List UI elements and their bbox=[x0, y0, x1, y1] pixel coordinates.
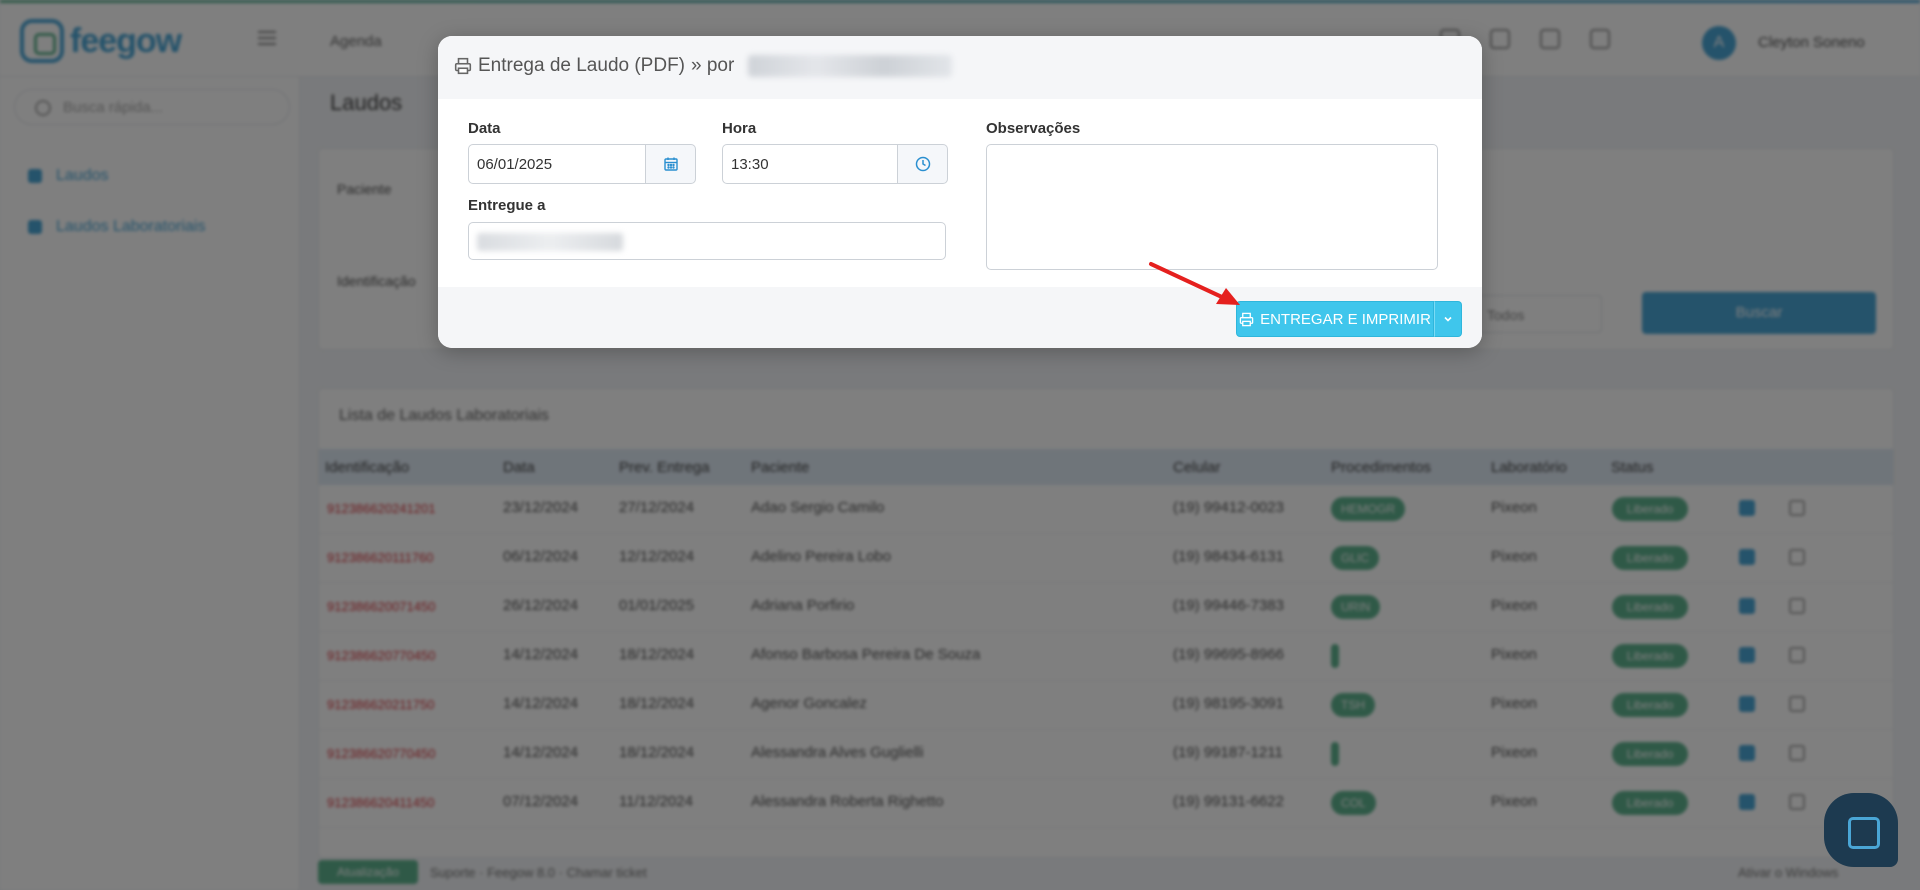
hora-label: Hora bbox=[722, 120, 757, 137]
redacted-recipient bbox=[477, 233, 623, 251]
date-input[interactable]: 06/01/2025 bbox=[468, 144, 646, 184]
recipient-input[interactable] bbox=[468, 222, 946, 260]
redacted-name bbox=[748, 55, 953, 77]
deliver-button-label: ENTREGAR E IMPRIMIR bbox=[1260, 310, 1431, 328]
delivery-modal: Entrega de Laudo (PDF) » por Data 06/01/… bbox=[438, 36, 1482, 348]
observacoes-label: Observações bbox=[986, 120, 1081, 137]
deliver-and-print-button[interactable]: ENTREGAR E IMPRIMIR bbox=[1236, 301, 1434, 337]
modal-title: Entrega de Laudo (PDF) » por bbox=[454, 55, 953, 77]
entregue-label: Entregue a bbox=[468, 197, 546, 214]
chevron-down-icon bbox=[1444, 316, 1452, 322]
modal-header: Entrega de Laudo (PDF) » por bbox=[438, 36, 1482, 99]
printer-icon bbox=[454, 57, 472, 75]
clock-button[interactable] bbox=[898, 144, 948, 184]
printer-icon bbox=[1239, 312, 1254, 326]
calendar-icon bbox=[663, 157, 678, 171]
arrow-annotation-icon bbox=[1149, 262, 1240, 305]
deliver-options-dropdown[interactable] bbox=[1434, 301, 1462, 337]
clock-icon bbox=[915, 156, 930, 172]
modal-title-text: Entrega de Laudo (PDF) bbox=[478, 55, 686, 76]
chat-widget-button[interactable] bbox=[1824, 793, 1898, 867]
modal-title-separator: » por bbox=[691, 55, 735, 76]
observations-textarea[interactable] bbox=[986, 144, 1438, 270]
calendar-button[interactable] bbox=[646, 144, 696, 184]
data-label: Data bbox=[468, 120, 501, 137]
time-input[interactable]: 13:30 bbox=[722, 144, 898, 184]
